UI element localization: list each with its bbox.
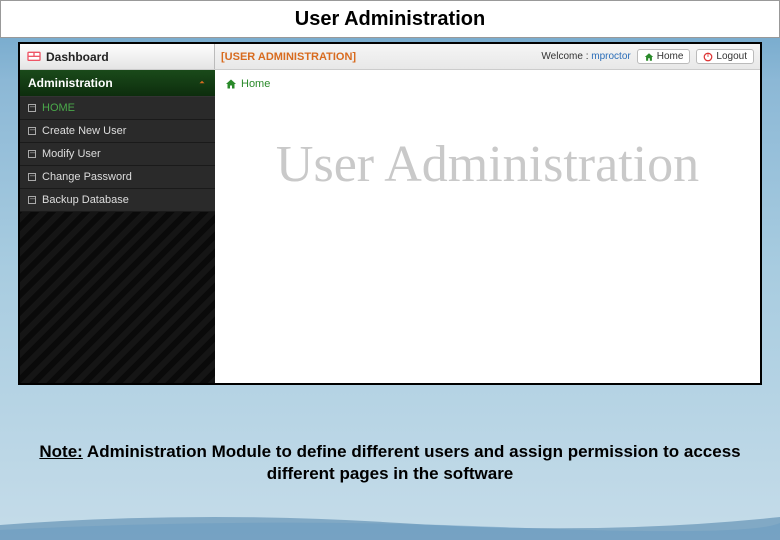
collapse-icon bbox=[28, 196, 36, 204]
section-header: [USER ADMINISTRATION] bbox=[215, 44, 541, 69]
app-frame: Dashboard [USER ADMINISTRATION] Welcome … bbox=[18, 42, 762, 385]
home-button-label: Home bbox=[657, 51, 684, 62]
footer-decoration bbox=[0, 505, 780, 540]
collapse-icon bbox=[28, 150, 36, 158]
sidebar-item-home[interactable]: HOME bbox=[20, 97, 215, 120]
section-name: [USER ADMINISTRATION] bbox=[221, 51, 356, 63]
breadcrumb-home[interactable]: Home bbox=[241, 78, 270, 90]
logout-button-label: Logout bbox=[716, 51, 747, 62]
note-block: Note: Administration Module to define di… bbox=[30, 441, 750, 485]
watermark-text: User Administration bbox=[215, 135, 760, 194]
collapse-icon bbox=[28, 104, 36, 112]
collapse-icon bbox=[28, 127, 36, 135]
sidebar-section-label: Administration bbox=[28, 76, 113, 90]
collapse-icon bbox=[28, 173, 36, 181]
home-icon bbox=[225, 78, 237, 90]
sidebar-section-header[interactable]: Administration bbox=[20, 70, 215, 97]
sidebar-item-label: Backup Database bbox=[42, 194, 129, 206]
sidebar-item-label: Change Password bbox=[42, 171, 132, 183]
note-body: Administration Module to define differen… bbox=[83, 442, 741, 483]
logout-button[interactable]: Logout bbox=[696, 49, 754, 64]
breadcrumb: Home bbox=[215, 70, 760, 98]
sidebar-item-change-password[interactable]: Change Password bbox=[20, 166, 215, 189]
sidebar-item-backup-database[interactable]: Backup Database bbox=[20, 189, 215, 212]
content-area: Home User Administration bbox=[215, 70, 760, 383]
home-button[interactable]: Home bbox=[637, 49, 691, 64]
welcome-user: mproctor bbox=[591, 51, 630, 62]
welcome-prefix: Welcome : bbox=[541, 51, 588, 62]
chevron-up-icon bbox=[197, 76, 207, 90]
note-text: Note: Administration Module to define di… bbox=[30, 441, 750, 485]
dashboard-label: Dashboard bbox=[46, 50, 109, 64]
home-icon bbox=[644, 52, 654, 62]
dashboard-icon bbox=[26, 49, 42, 65]
note-prefix: Note: bbox=[39, 442, 82, 461]
sidebar-item-label: Create New User bbox=[42, 125, 126, 137]
sidebar-item-label: Modify User bbox=[42, 148, 101, 160]
sidebar-item-label: HOME bbox=[42, 102, 75, 114]
top-right-controls: Welcome : mproctor Home Logout bbox=[541, 44, 760, 69]
power-icon bbox=[703, 52, 713, 62]
sidebar-item-modify-user[interactable]: Modify User bbox=[20, 143, 215, 166]
app-body: Administration HOME Create New User Modi… bbox=[20, 70, 760, 383]
dashboard-label-block: Dashboard bbox=[20, 44, 215, 69]
welcome-text: Welcome : mproctor bbox=[541, 51, 630, 62]
sidebar: Administration HOME Create New User Modi… bbox=[20, 70, 215, 383]
slide-title: User Administration bbox=[295, 8, 485, 31]
sidebar-item-create-user[interactable]: Create New User bbox=[20, 120, 215, 143]
app-toolbar: Dashboard [USER ADMINISTRATION] Welcome … bbox=[20, 44, 760, 70]
slide-title-bar: User Administration bbox=[0, 0, 780, 38]
